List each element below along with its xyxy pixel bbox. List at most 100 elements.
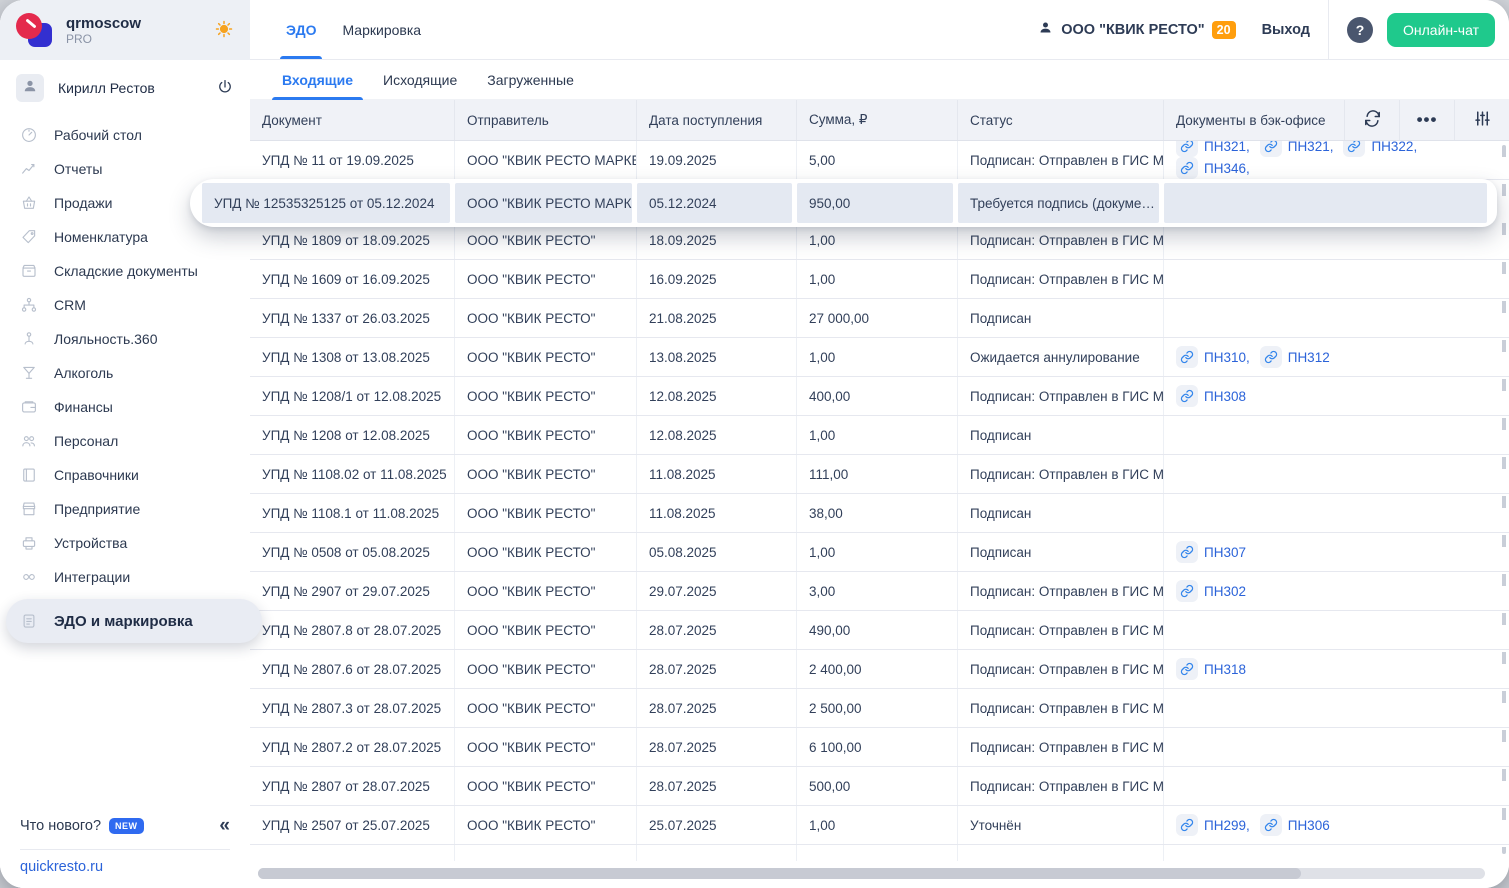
table-row[interactable]: УПД № 1208/1 от 12.08.2025 ООО "КВИК РЕСТ…	[250, 377, 1509, 416]
linked-doc-label[interactable]: ПН346,	[1204, 161, 1250, 176]
subtab-incoming[interactable]: Входящие	[272, 60, 363, 100]
linked-doc[interactable]: ПН306	[1259, 814, 1330, 836]
refresh-button[interactable]	[1345, 100, 1400, 140]
linked-doc[interactable]: ПН321,	[1176, 141, 1250, 157]
table-row[interactable]: УПД № 2807.2 от 28.07.2025 ООО "КВИК РЕСТ…	[250, 728, 1509, 767]
whats-new-link[interactable]: Что нового?	[20, 818, 101, 834]
table-row[interactable]: УПД № 1208 от 12.08.2025 ООО "КВИК РЕСТО"…	[250, 416, 1509, 455]
linked-doc-label[interactable]: ПН312	[1288, 350, 1330, 365]
linked-doc-label[interactable]: ПН322,	[1371, 141, 1417, 154]
sidebar-item[interactable]: Персонал	[0, 424, 250, 458]
table-row-hovered[interactable]: УПД № 12535325125 от 05.12.2024 ООО "КВИ…	[190, 179, 1497, 227]
sidebar-item[interactable]: Предприятие	[0, 492, 250, 526]
horizontal-scrollbar-thumb[interactable]	[258, 868, 1301, 879]
cell-backoffice-links	[1164, 689, 1509, 727]
linked-doc[interactable]: ПН308	[1176, 385, 1246, 407]
document-icon	[20, 612, 38, 630]
collapse-sidebar-button[interactable]: «	[219, 815, 230, 837]
horizontal-scrollbar[interactable]	[258, 868, 1485, 879]
col-backoffice-docs: Документы в бэк-офисе	[1164, 100, 1345, 140]
cell-status: Подписан: Отправлен в ГИС МТ	[958, 689, 1164, 727]
cell-sender: ООО "КВИК РЕСТО"	[455, 689, 637, 727]
sidebar-item[interactable]: Справочники	[0, 458, 250, 492]
printer-icon	[20, 534, 38, 552]
sidebar-header: qrmoscow PRO	[0, 0, 250, 60]
quickresto-site-link[interactable]: quickresto.ru	[20, 850, 230, 888]
table-row[interactable]: УПД № 11 от 19.09.2025 ООО "КВИК РЕСТО МА…	[250, 141, 1509, 180]
chart-icon	[20, 160, 38, 178]
cell-amount: 2 500,00	[797, 689, 958, 727]
linked-doc[interactable]: ПН321,	[1259, 141, 1334, 157]
cell-status: Подписан: Отправлен в ГИС МТ	[958, 141, 1164, 179]
linked-doc-label[interactable]: ПН308	[1204, 389, 1246, 404]
sidebar-item[interactable]: Финансы	[0, 390, 250, 424]
linked-doc[interactable]: ПН346,	[1176, 157, 1250, 179]
help-button[interactable]: ?	[1347, 16, 1374, 43]
logout-power-button[interactable]	[216, 78, 234, 99]
user-row[interactable]: Кирилл Рестов	[0, 68, 250, 108]
subtab-outgoing[interactable]: Исходящие	[383, 60, 457, 99]
cell-backoffice-links	[1164, 260, 1509, 298]
tab-markirovka[interactable]: Маркировка	[342, 0, 421, 59]
org-selector[interactable]: ООО "КВИК РЕСТО" 20	[1037, 19, 1236, 41]
linked-doc[interactable]: ПН312	[1259, 346, 1330, 368]
linked-doc[interactable]: ПН318	[1176, 658, 1246, 680]
sidebar-item-label: Алкоголь	[54, 365, 114, 381]
subtab-uploaded[interactable]: Загруженные	[487, 60, 574, 99]
sidebar-footer: Что нового? NEW « quickresto.ru	[0, 802, 250, 888]
sidebar-item-label: Персонал	[54, 433, 119, 449]
table-row[interactable]: УПД № 1337 от 26.03.2025 ООО "КВИК РЕСТО"…	[250, 299, 1509, 338]
table-row[interactable]: УПД № 1609 от 16.09.2025 ООО "КВИК РЕСТО"…	[250, 260, 1509, 299]
linked-doc[interactable]: ПН322,	[1343, 141, 1417, 157]
online-chat-button[interactable]: Онлайн-чат	[1387, 12, 1495, 47]
cell-amount: 1,00	[797, 533, 958, 571]
linked-doc[interactable]: ПН302	[1176, 580, 1246, 602]
sidebar-item[interactable]: Алкоголь	[0, 356, 250, 390]
sidebar-item[interactable]: Лояльность.360	[0, 322, 250, 356]
linked-doc-label[interactable]: ПН307	[1204, 545, 1246, 560]
table-row[interactable]: УПД № 2807 от 28.07.2025 ООО "КВИК РЕСТО"…	[250, 767, 1509, 806]
ellipsis-icon: •••	[1416, 110, 1438, 129]
linked-doc-label[interactable]: ПН306	[1288, 818, 1330, 833]
table-row[interactable]: УПД № 0508 от 05.08.2025 ООО "КВИК РЕСТО"…	[250, 533, 1509, 572]
sidebar-item-label: Финансы	[54, 399, 113, 415]
sidebar-item-label: Рабочий стол	[54, 127, 142, 143]
tab-edo[interactable]: ЭДО	[279, 0, 324, 59]
sidebar-item[interactable]: Интеграции	[0, 560, 250, 594]
linked-doc-label[interactable]: ПН310,	[1204, 350, 1250, 365]
sidebar-item[interactable]: ЭДО и маркировка	[6, 599, 262, 643]
box-icon	[20, 262, 38, 280]
theme-brightness-button[interactable]	[214, 19, 234, 42]
cell-sender: ООО "КВИК РЕСТО МАРКЕТ"	[455, 141, 637, 179]
column-settings-button[interactable]	[1455, 100, 1509, 140]
table-row[interactable]: УПД № 2807.8 от 28.07.2025 ООО "КВИК РЕСТ…	[250, 611, 1509, 650]
link-icon	[1176, 814, 1198, 836]
table-row[interactable]: УПД № 2907 от 29.07.2025 ООО "КВИК РЕСТО"…	[250, 572, 1509, 611]
cell-backoffice-links: ПН321,ПН321,ПН322,ПН346,...	[1164, 141, 1509, 179]
vertical-scrollbar[interactable]	[1502, 145, 1506, 854]
cell-status: Подписан: Отправлен в ГИС МТ	[958, 611, 1164, 649]
table-row[interactable]: УПД № 1308 от 13.08.2025 ООО "КВИК РЕСТО"…	[250, 338, 1509, 377]
linked-doc-label[interactable]: ПН299,	[1204, 818, 1250, 833]
linked-doc-label[interactable]: ПН321,	[1204, 141, 1250, 154]
table-row[interactable]: УПД № 2807.6 от 28.07.2025 ООО "КВИК РЕСТ…	[250, 650, 1509, 689]
more-actions-button[interactable]: •••	[1400, 100, 1455, 140]
table-row[interactable]: УПД № 1108.1 от 11.08.2025 ООО "КВИК РЕСТ…	[250, 494, 1509, 533]
cell-sender: ООО "КВИК РЕСТО"	[455, 260, 637, 298]
linked-doc-label[interactable]: ПН302	[1204, 584, 1246, 599]
linked-doc-label[interactable]: ПН318	[1204, 662, 1246, 677]
linked-doc[interactable]: ПН299,	[1176, 814, 1250, 836]
logout-link[interactable]: Выход	[1262, 22, 1310, 38]
linked-doc[interactable]: ПН307	[1176, 541, 1246, 563]
cell-backoffice-links: ПН318	[1164, 650, 1509, 688]
sidebar-item[interactable]: Складские документы	[0, 254, 250, 288]
sidebar-item[interactable]: CRM	[0, 288, 250, 322]
sidebar-item[interactable]: Устройства	[0, 526, 250, 560]
sidebar-item[interactable]: Рабочий стол	[0, 118, 250, 152]
linked-doc-label[interactable]: ПН321,	[1288, 141, 1334, 154]
table-row[interactable]: УПД № 2507 от 25.07.2025 ООО "КВИК РЕСТО"…	[250, 806, 1509, 845]
linked-doc[interactable]: ПН310,	[1176, 346, 1250, 368]
table-row[interactable]: УПД № 2807.3 от 28.07.2025 ООО "КВИК РЕСТ…	[250, 689, 1509, 728]
cell-amount: 5,00	[797, 141, 958, 179]
table-row[interactable]: УПД № 1108.02 от 11.08.2025 ООО "КВИК РЕС…	[250, 455, 1509, 494]
